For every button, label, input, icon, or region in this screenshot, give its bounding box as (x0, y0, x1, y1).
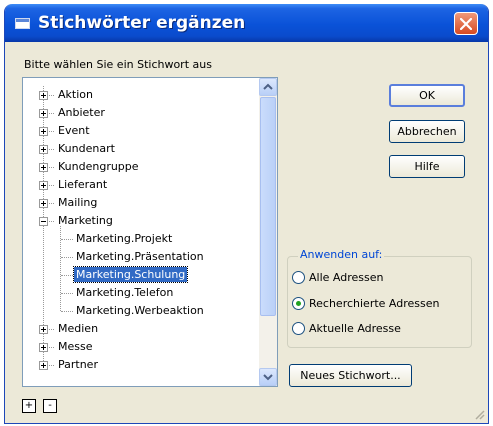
tree-child-node[interactable]: Marketing.Werbeaktion (23, 302, 259, 320)
expand-plus-icon[interactable] (39, 325, 48, 334)
tree-node-label[interactable]: Aktion (56, 87, 95, 102)
tree-node-label[interactable]: Marketing (56, 213, 115, 228)
window-title: Stichwörter ergänzen (38, 13, 246, 33)
expand-plus-icon[interactable] (39, 91, 48, 100)
apply-to-legend: Anwenden auf: (298, 248, 385, 261)
apply-option-label: Recherchierte Adressen (309, 297, 440, 310)
tree-node-label[interactable]: Medien (56, 321, 100, 336)
tree-child-node[interactable]: Marketing.Präsentation (23, 248, 259, 266)
tree-node[interactable]: Marketing (23, 212, 259, 230)
tree-scrollbar[interactable] (259, 78, 277, 386)
tree-connector-line (61, 257, 73, 258)
tree-node[interactable]: Messe (23, 338, 259, 356)
prompt-label: Bitte wählen Sie ein Stichwort aus (24, 58, 212, 71)
tree-node-label[interactable]: Kundengruppe (56, 159, 141, 174)
expand-plus-icon[interactable] (39, 127, 48, 136)
close-icon (460, 18, 472, 30)
tree-node-label[interactable]: Marketing.Werbeaktion (74, 303, 206, 318)
app-window-icon (15, 18, 30, 29)
chevron-up-icon (263, 83, 273, 90)
radio-unchecked-icon[interactable] (292, 322, 305, 335)
ok-button[interactable]: OK (389, 84, 465, 107)
tree-node[interactable]: Kundenart (23, 140, 259, 158)
tree-view-area: Aktion Anbieter Event Kundenart Kundengruppe… (23, 78, 259, 386)
tree-node[interactable]: Lieferant (23, 176, 259, 194)
tree-node[interactable]: Aktion (23, 86, 259, 104)
tree-node[interactable]: Mailing (23, 194, 259, 212)
tree-node-label[interactable]: Anbieter (56, 105, 107, 120)
collapse-minus-icon[interactable] (39, 217, 48, 226)
tree-node[interactable]: Event (23, 122, 259, 140)
tree-child-node[interactable]: Marketing.Projekt (23, 230, 259, 248)
close-button[interactable] (454, 12, 478, 35)
scroll-up-button[interactable] (259, 78, 277, 96)
cancel-button[interactable]: Abbrechen (389, 120, 465, 143)
tree-connector-line (61, 239, 73, 240)
tree-node-label[interactable]: Mailing (56, 195, 99, 210)
apply-option-label: Alle Adressen (309, 271, 384, 284)
tree-connector-line (61, 311, 73, 312)
title-bar[interactable]: Stichwörter ergänzen (5, 4, 488, 42)
new-keyword-button[interactable]: Neues Stichwort... (289, 364, 412, 387)
radio-checked-icon[interactable] (292, 297, 305, 310)
apply-option-label: Aktuelle Adresse (309, 322, 401, 335)
tree-node[interactable]: Anbieter (23, 104, 259, 122)
tree-node[interactable]: Partner (23, 356, 259, 374)
chevron-down-icon (263, 374, 273, 381)
resize-grip-icon[interactable] (473, 408, 485, 420)
help-button[interactable]: Hilfe (389, 155, 465, 178)
tree-node[interactable]: Kundengruppe (23, 158, 259, 176)
expand-plus-icon[interactable] (39, 181, 48, 190)
scroll-thumb[interactable] (260, 97, 276, 316)
expand-all-button[interactable]: + (22, 399, 36, 413)
expand-plus-icon[interactable] (39, 199, 48, 208)
keyword-tree: Aktion Anbieter Event Kundenart Kundengruppe… (22, 77, 278, 387)
dialog-window: Stichwörter ergänzen Bitte wählen Sie ei… (4, 4, 489, 424)
tree-node-label[interactable]: Kundenart (56, 141, 117, 156)
tree-child-node[interactable]: Marketing.Telefon (23, 284, 259, 302)
expand-plus-icon[interactable] (39, 163, 48, 172)
scroll-down-button[interactable] (259, 368, 277, 386)
collapse-all-button[interactable]: - (43, 399, 57, 413)
tree-node[interactable]: Medien (23, 320, 259, 338)
tree-node-label[interactable]: Messe (56, 339, 95, 354)
tree-child-node[interactable]: Marketing.Schulung (23, 266, 259, 284)
tree-node-label[interactable]: Marketing.Schulung (72, 266, 189, 283)
tree-node-label[interactable]: Event (56, 123, 92, 138)
tree-node-label[interactable]: Lieferant (56, 177, 109, 192)
tree-connector-line (61, 293, 73, 294)
tree-node-label[interactable]: Marketing.Präsentation (74, 249, 206, 264)
tree-node-label[interactable]: Marketing.Projekt (74, 231, 174, 246)
expand-plus-icon[interactable] (39, 109, 48, 118)
tree-connector-line (61, 275, 73, 276)
expand-plus-icon[interactable] (39, 145, 48, 154)
expand-plus-icon[interactable] (39, 343, 48, 352)
tree-node-label[interactable]: Partner (56, 357, 100, 372)
tree-node-label[interactable]: Marketing.Telefon (74, 285, 175, 300)
expand-plus-icon[interactable] (39, 361, 48, 370)
radio-unchecked-icon[interactable] (292, 271, 305, 284)
